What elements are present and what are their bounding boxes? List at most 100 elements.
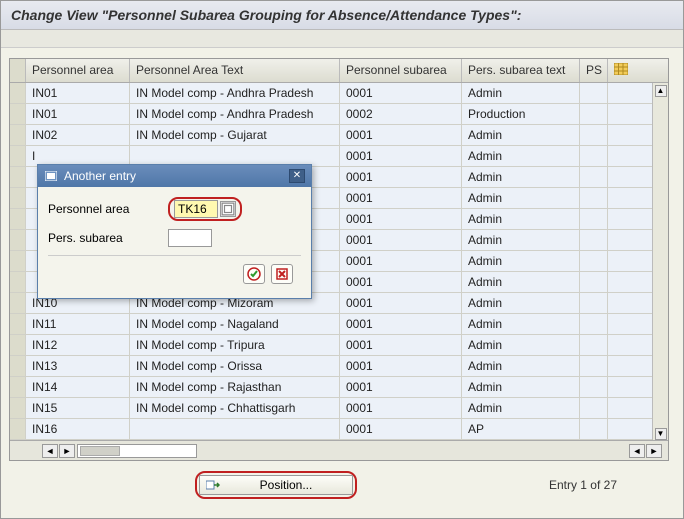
row-selector[interactable] [10, 356, 26, 376]
cancel-button[interactable] [271, 264, 293, 284]
cell-ps-grouping[interactable] [580, 251, 608, 271]
grid-config-icon[interactable] [608, 59, 632, 82]
pers-subarea-input[interactable] [168, 229, 212, 247]
cell-personnel-subarea[interactable]: 0001 [340, 188, 462, 208]
cell-ps-grouping[interactable] [580, 293, 608, 313]
scroll-right-end-icon[interactable]: ► [646, 444, 662, 458]
cell-personnel-subarea[interactable]: 0001 [340, 356, 462, 376]
table-row[interactable]: IN16 0001AP [10, 419, 652, 440]
cell-ps-grouping[interactable] [580, 272, 608, 292]
cell-personnel-subarea[interactable]: 0001 [340, 125, 462, 145]
scroll-down-icon[interactable]: ▼ [655, 428, 667, 440]
table-row[interactable]: IN15IN Model comp - Chhattisgarh0001Admi… [10, 398, 652, 419]
scroll-left-end-icon[interactable]: ◄ [629, 444, 645, 458]
row-selector[interactable] [10, 251, 26, 271]
cell-personnel-area[interactable]: IN02 [26, 125, 130, 145]
cell-personnel-area[interactable]: IN01 [26, 104, 130, 124]
cell-personnel-subarea[interactable]: 0001 [340, 377, 462, 397]
cell-personnel-area[interactable]: IN12 [26, 335, 130, 355]
cell-personnel-subarea[interactable]: 0001 [340, 230, 462, 250]
cell-personnel-subarea[interactable]: 0001 [340, 419, 462, 439]
scroll-left-icon[interactable]: ◄ [42, 444, 58, 458]
cell-ps-grouping[interactable] [580, 209, 608, 229]
row-selector[interactable] [10, 272, 26, 292]
row-selector[interactable] [10, 146, 26, 166]
row-selector[interactable] [10, 314, 26, 334]
cell-ps-grouping[interactable] [580, 188, 608, 208]
h-scrollbar[interactable] [77, 444, 197, 458]
cell-personnel-area-text: IN Model comp - Andhra Pradesh [130, 83, 340, 103]
cell-ps-grouping[interactable] [580, 230, 608, 250]
cell-personnel-subarea[interactable]: 0001 [340, 209, 462, 229]
cell-personnel-area[interactable]: IN13 [26, 356, 130, 376]
cell-ps-grouping[interactable] [580, 356, 608, 376]
cell-personnel-subarea[interactable]: 0001 [340, 335, 462, 355]
cell-ps-grouping[interactable] [580, 104, 608, 124]
cell-personnel-subarea[interactable]: 0001 [340, 251, 462, 271]
cell-personnel-subarea[interactable]: 0001 [340, 314, 462, 334]
cell-personnel-area-text: IN Model comp - Chhattisgarh [130, 398, 340, 418]
h-scrollbar-thumb[interactable] [80, 446, 120, 456]
row-selector[interactable] [10, 230, 26, 250]
dialog-titlebar[interactable]: Another entry ✕ [38, 165, 311, 187]
cell-ps-grouping[interactable] [580, 377, 608, 397]
cell-personnel-subarea[interactable]: 0002 [340, 104, 462, 124]
col-header-personnel-subarea[interactable]: Personnel subarea [340, 59, 462, 82]
cell-personnel-subarea[interactable]: 0001 [340, 272, 462, 292]
row-selector[interactable] [10, 104, 26, 124]
close-icon[interactable]: ✕ [289, 169, 305, 183]
confirm-button[interactable] [243, 264, 265, 284]
cell-ps-grouping[interactable] [580, 398, 608, 418]
col-header-personnel-area-text[interactable]: Personnel Area Text [130, 59, 340, 82]
row-selector[interactable] [10, 335, 26, 355]
row-selector[interactable] [10, 209, 26, 229]
cell-personnel-area[interactable]: I [26, 146, 130, 166]
table-row[interactable]: IN12IN Model comp - Tripura0001Admin [10, 335, 652, 356]
scroll-right-icon[interactable]: ► [59, 444, 75, 458]
cell-personnel-area-text: IN Model comp - Andhra Pradesh [130, 104, 340, 124]
row-selector[interactable] [10, 167, 26, 187]
position-icon [206, 479, 220, 491]
row-selector[interactable] [10, 377, 26, 397]
grid-footer: ◄ ► ◄ ► [10, 440, 668, 460]
row-selector[interactable] [10, 188, 26, 208]
row-selector[interactable] [10, 419, 26, 439]
personnel-area-input[interactable] [174, 200, 218, 218]
value-help-icon[interactable] [220, 201, 236, 217]
table-row[interactable]: IN01IN Model comp - Andhra Pradesh0002Pr… [10, 104, 652, 125]
cell-personnel-area[interactable]: IN16 [26, 419, 130, 439]
cell-ps-grouping[interactable] [580, 83, 608, 103]
cell-personnel-area[interactable]: IN15 [26, 398, 130, 418]
row-selector[interactable] [10, 293, 26, 313]
row-selector[interactable] [10, 125, 26, 145]
cell-personnel-area[interactable]: IN01 [26, 83, 130, 103]
cell-personnel-area[interactable]: IN14 [26, 377, 130, 397]
position-button[interactable]: Position... [199, 475, 353, 495]
table-row[interactable]: IN11IN Model comp - Nagaland0001Admin [10, 314, 652, 335]
vertical-scrollbar[interactable]: ▲ ▼ [652, 83, 668, 440]
cell-ps-grouping[interactable] [580, 125, 608, 145]
cell-personnel-subarea[interactable]: 0001 [340, 146, 462, 166]
col-header-ps-grouping[interactable]: PS [580, 59, 608, 82]
cell-personnel-subarea[interactable]: 0001 [340, 293, 462, 313]
row-selector[interactable] [10, 83, 26, 103]
cell-pers-subarea-text: AP [462, 419, 580, 439]
cell-personnel-area[interactable]: IN11 [26, 314, 130, 334]
cell-personnel-subarea[interactable]: 0001 [340, 167, 462, 187]
cell-ps-grouping[interactable] [580, 146, 608, 166]
cell-personnel-subarea[interactable]: 0001 [340, 398, 462, 418]
scroll-up-icon[interactable]: ▲ [655, 85, 667, 97]
cell-ps-grouping[interactable] [580, 167, 608, 187]
cell-personnel-area-text: IN Model comp - Nagaland [130, 314, 340, 334]
col-header-personnel-area[interactable]: Personnel area [26, 59, 130, 82]
row-selector[interactable] [10, 398, 26, 418]
table-row[interactable]: IN01IN Model comp - Andhra Pradesh0001Ad… [10, 83, 652, 104]
cell-ps-grouping[interactable] [580, 314, 608, 334]
cell-ps-grouping[interactable] [580, 335, 608, 355]
cell-personnel-subarea[interactable]: 0001 [340, 83, 462, 103]
table-row[interactable]: IN02IN Model comp - Gujarat0001Admin [10, 125, 652, 146]
table-row[interactable]: IN14IN Model comp - Rajasthan0001Admin [10, 377, 652, 398]
col-header-pers-subarea-text[interactable]: Pers. subarea text [462, 59, 580, 82]
cell-ps-grouping[interactable] [580, 419, 608, 439]
table-row[interactable]: IN13IN Model comp - Orissa0001Admin [10, 356, 652, 377]
